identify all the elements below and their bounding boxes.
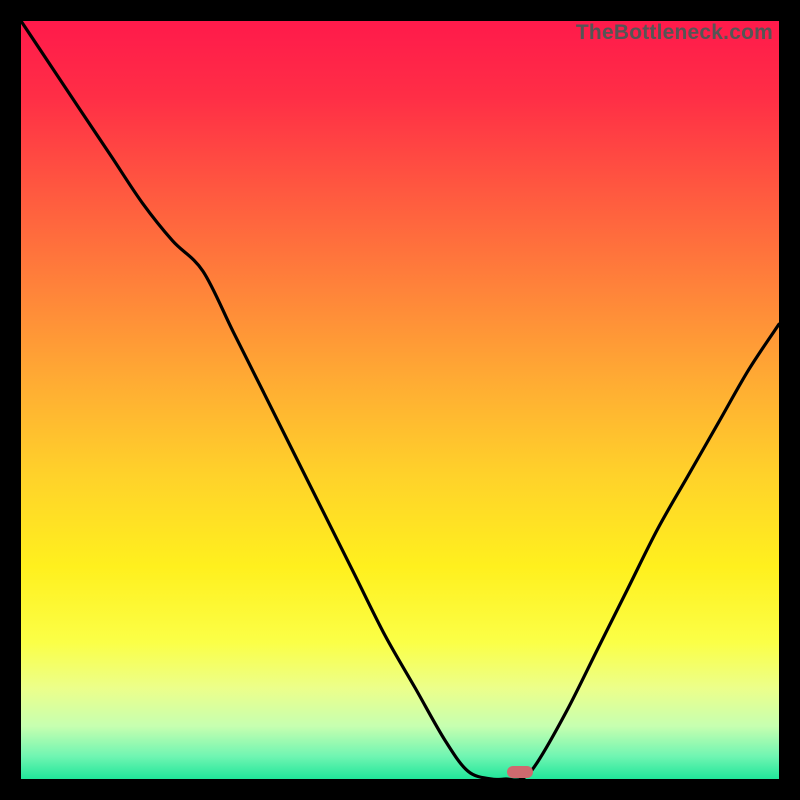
bottleneck-curve bbox=[21, 21, 779, 779]
plot-area: TheBottleneck.com bbox=[21, 21, 779, 779]
watermark-text: TheBottleneck.com bbox=[576, 21, 773, 45]
optimum-marker bbox=[507, 766, 533, 778]
outer-frame: TheBottleneck.com bbox=[0, 0, 800, 800]
